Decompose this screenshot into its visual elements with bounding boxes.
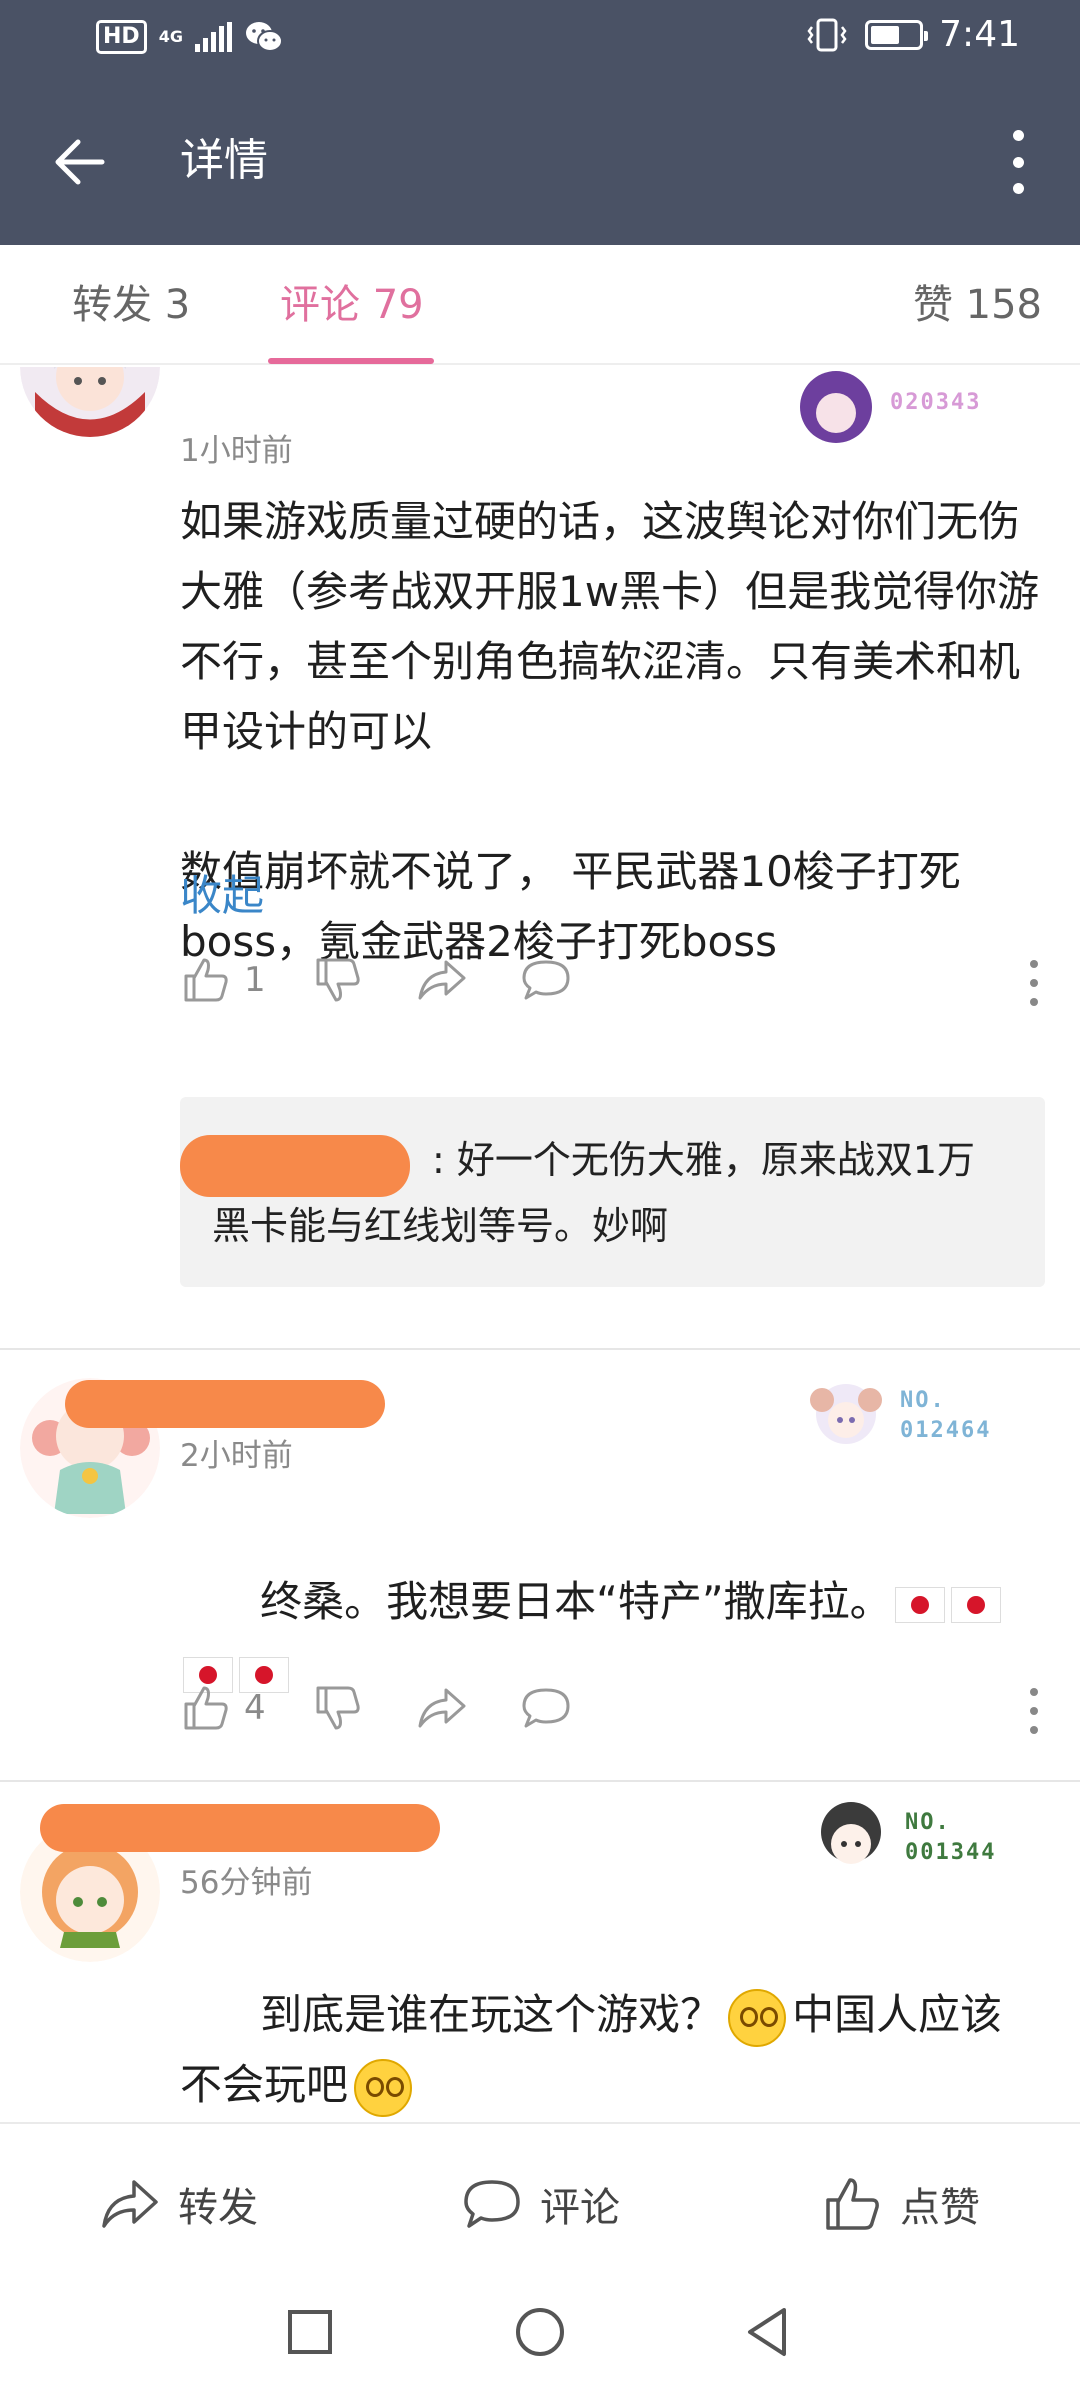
share-icon[interactable] xyxy=(416,1682,468,1734)
back-arrow-icon[interactable] xyxy=(50,132,110,192)
comment-button[interactable]: 评论 xyxy=(462,2174,620,2234)
japan-flag-icon xyxy=(894,1586,945,1623)
repost-label: 转发 xyxy=(178,2185,258,2231)
comment-more-icon[interactable] xyxy=(1028,960,1040,1006)
collapse-link[interactable]: 收起 xyxy=(180,862,264,923)
signal-icon xyxy=(194,22,232,52)
badge-number: 012464 xyxy=(900,1418,992,1443)
japan-flag-icon xyxy=(950,1586,1001,1623)
page-title: 详情 xyxy=(180,135,268,186)
reply-box[interactable]: : 好一个无伤大雅，原来战双1万黑卡能与红线划等号。妙啊 xyxy=(180,1097,1045,1287)
like-count: 4 xyxy=(244,1688,266,1728)
comment-text: 到底是谁在玩这个游戏？ 中国人应该不会玩吧 xyxy=(180,1910,1040,2122)
status-left: HD 4G xyxy=(96,20,284,54)
badge-number: 001344 xyxy=(905,1840,997,1865)
dizzy-face-emoji-icon xyxy=(728,1988,787,2047)
status-bar: HD 4G 7:41 xyxy=(0,0,1080,80)
tab-comments[interactable]: 评论 79 xyxy=(280,275,424,335)
badge-id: NO. 012464 xyxy=(900,1386,991,1446)
comment-text-body: 终桑。我想要日本“特产”撒库拉。 xyxy=(260,1577,892,1626)
dizzy-face-emoji-icon xyxy=(354,2058,413,2117)
reply-bubble-icon[interactable] xyxy=(520,1682,572,1734)
badge-prefix: NO. xyxy=(900,1388,946,1413)
tab-likes[interactable]: 赞 158 xyxy=(913,275,1042,335)
user-avatar[interactable] xyxy=(20,367,160,437)
badge-avatar xyxy=(800,371,872,443)
like-action-button[interactable]: 点赞 xyxy=(822,2174,980,2234)
comment-time: 56分钟前 xyxy=(180,1865,313,1901)
badge-avatar xyxy=(810,1384,882,1444)
reply-bubble-icon[interactable] xyxy=(520,954,572,1006)
comment-text-part1: 到底是谁在玩这个游戏？ xyxy=(260,1990,723,2039)
like-label: 点赞 xyxy=(900,2185,980,2231)
thumb-down-icon[interactable] xyxy=(312,1682,364,1734)
system-nav-bar xyxy=(0,2282,1080,2400)
comment-more-icon[interactable] xyxy=(1028,1688,1040,1734)
back-icon[interactable] xyxy=(738,2302,798,2362)
more-options-icon[interactable] xyxy=(1008,130,1028,194)
tab-bar: 转发 3 评论 79 赞 158 xyxy=(0,245,1080,365)
comment-item: 2小时前 NO. 012464 终桑。我想要日本“特产”撒库拉。 4 xyxy=(0,1350,1080,1780)
badge-number: 020343 xyxy=(890,390,982,415)
comment-time: 1小时前 xyxy=(180,433,293,469)
redacted-username xyxy=(65,1380,385,1428)
comment-item: 56分钟前 NO. 001344 到底是谁在玩这个游戏？ 中国人应该不会玩吧 xyxy=(0,1782,1080,2122)
home-icon[interactable] xyxy=(510,2302,570,2362)
like-count: 1 xyxy=(244,960,266,1000)
repost-button[interactable]: 转发 xyxy=(100,2174,258,2234)
comment-label: 评论 xyxy=(540,2185,620,2231)
fan-badge: NO. 001344 xyxy=(805,1792,996,1884)
thumb-down-icon[interactable] xyxy=(312,954,364,1006)
recent-apps-icon[interactable] xyxy=(280,2302,340,2362)
badge-avatar xyxy=(821,1802,881,1864)
bottom-action-bar: 转发 评论 点赞 xyxy=(0,2122,1080,2282)
active-tab-indicator xyxy=(268,358,434,364)
status-right: 7:41 xyxy=(805,14,1020,55)
badge-id: NO. 001344 xyxy=(905,1808,996,1868)
clock: 7:41 xyxy=(939,14,1020,55)
fan-badge: NO. 012464 xyxy=(800,1370,991,1462)
thumb-up-icon xyxy=(184,958,228,1002)
like-button[interactable]: 4 xyxy=(180,1682,266,1734)
redacted-username xyxy=(40,1804,440,1852)
comment-time: 2小时前 xyxy=(180,1438,293,1474)
comment-list[interactable]: 1小时前 020343 如果游戏质量过硬的话，这波舆论对你们无伤大雅（参考战双开… xyxy=(0,367,1080,2122)
battery-icon xyxy=(865,19,929,50)
comment-text: 如果游戏质量过硬的话，这波舆论对你们无伤大雅（参考战双开服1w黑卡）但是我觉得你… xyxy=(180,497,1040,966)
reply-text: : 好一个无伤大雅，原来战双1万黑卡能与红线划等号。妙啊 xyxy=(212,1138,976,1248)
tab-repost[interactable]: 转发 3 xyxy=(72,275,190,335)
app-bar: 详情 xyxy=(0,80,1080,245)
comment-bubble-icon xyxy=(464,2180,520,2228)
fan-badge: 020343 xyxy=(790,367,981,449)
badge-prefix: NO. xyxy=(905,1810,951,1835)
comment-actions: 4 xyxy=(180,1682,1040,1742)
wechat-icon xyxy=(245,22,283,52)
thumb-up-icon xyxy=(184,1686,228,1730)
share-icon[interactable] xyxy=(416,954,468,1006)
network-type: 4G xyxy=(158,27,183,46)
share-icon xyxy=(102,2180,158,2228)
thumb-up-icon xyxy=(826,2178,879,2230)
hd-badge: HD xyxy=(96,20,147,54)
like-button[interactable]: 1 xyxy=(180,954,266,1006)
vibrate-icon xyxy=(807,18,847,51)
comment-actions: 1 xyxy=(180,954,1040,1014)
